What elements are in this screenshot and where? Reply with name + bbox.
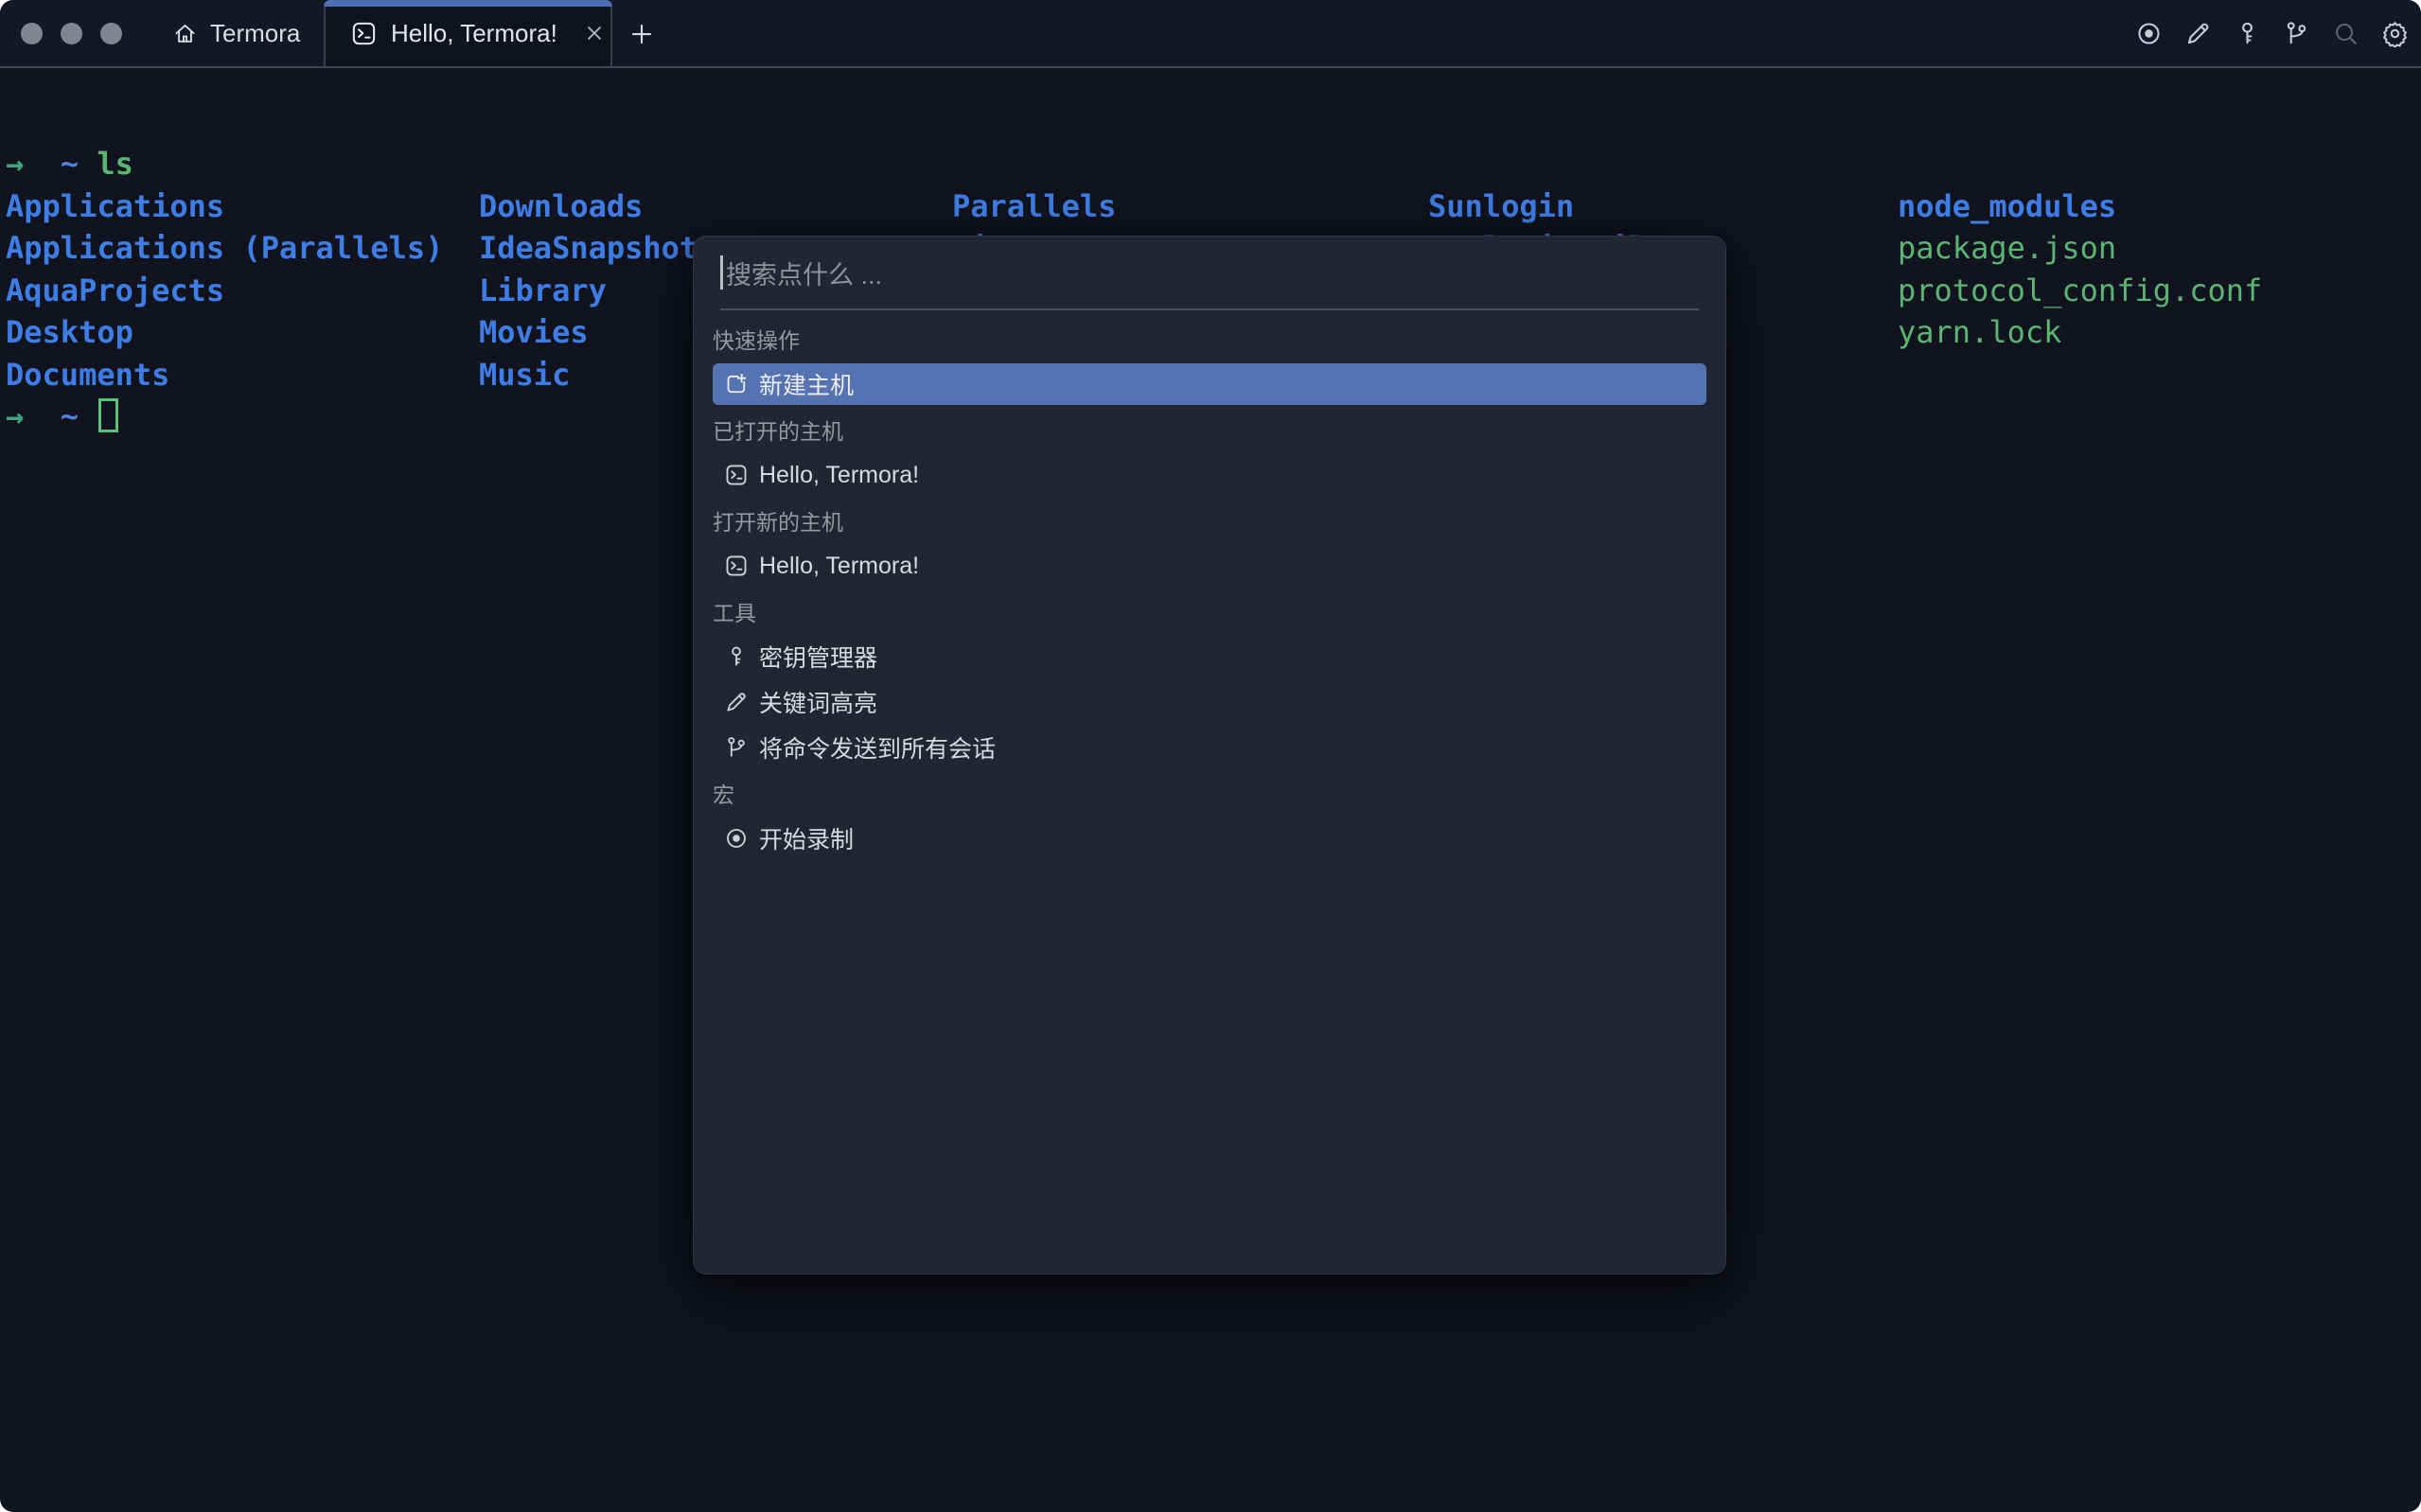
close-tab-icon[interactable] — [582, 21, 607, 45]
search-toolbar-button[interactable] — [2332, 20, 2359, 47]
ls-entry-dir: Movies — [479, 314, 589, 351]
termora-window: Termora Hello, Termora! → ~ ls Applicati… — [0, 0, 2421, 1512]
ls-entry-dir: Sunlogin — [1428, 187, 1575, 224]
close-window-button[interactable] — [21, 23, 43, 44]
palette-item[interactable]: Hello, Termora! — [713, 545, 1706, 587]
branch-icon — [724, 735, 749, 760]
terminal-icon — [350, 20, 378, 47]
toolbar — [2135, 0, 2409, 66]
search-input[interactable]: 搜索点什么 ... — [720, 237, 1699, 310]
tab-home-label: Termora — [210, 18, 301, 47]
palette-item[interactable]: 关键词高亮 — [713, 681, 1706, 723]
palette-item-label: 密钥管理器 — [759, 645, 878, 672]
palette-list: 快速操作新建主机已打开的主机 Hello, Termora! 打开新的主机 Hello… — [694, 310, 1725, 861]
palette-item[interactable]: Hello, Termora! — [713, 454, 1706, 496]
ls-entry-dir: Applications (Parallels) — [6, 230, 444, 267]
palette-item[interactable]: 新建主机 — [713, 363, 1706, 405]
section-header: 宏 — [713, 782, 734, 807]
tab-active-label: Hello, Termora! — [391, 18, 557, 47]
ls-entry-dir: node_modules — [1898, 187, 2117, 224]
ls-entry-file: yarn.lock — [1898, 314, 2062, 351]
gear-toolbar-button[interactable] — [2381, 20, 2409, 47]
palette-item-label: 新建主机 — [759, 373, 855, 399]
pencil-icon — [2184, 20, 2212, 47]
pencil-icon — [724, 690, 749, 714]
home-icon — [172, 21, 198, 46]
pencil-toolbar-button[interactable] — [2184, 20, 2212, 47]
section-header: 工具 — [713, 601, 756, 625]
prompt-line-current: → ~ — [6, 396, 119, 438]
tab-hello-termora[interactable]: Hello, Termora! — [324, 0, 612, 66]
ls-column: node_modules package.json protocol_config.… — [1898, 185, 2262, 354]
ls-entry-dir: Library — [479, 272, 607, 308]
section-header: 快速操作 — [713, 328, 800, 353]
ls-entry-dir: Music — [479, 356, 571, 393]
new-host-icon — [724, 372, 749, 396]
key-icon — [2234, 20, 2261, 47]
traffic-lights — [21, 23, 122, 44]
tab-home[interactable]: Termora — [159, 0, 313, 66]
ls-entry-file: package.json — [1898, 230, 2117, 267]
titlebar: Termora Hello, Termora! — [0, 0, 2421, 68]
terminal-cursor — [98, 398, 119, 432]
palette-item[interactable]: 开始录制 — [713, 818, 1706, 859]
ls-entry-dir: Desktop — [6, 314, 133, 351]
text-caret — [720, 255, 723, 290]
prompt-line-ls: → ~ ls — [6, 146, 133, 182]
palette-item-label: 关键词高亮 — [759, 691, 878, 717]
branch-icon — [2283, 20, 2310, 47]
ls-entry-dir: Downloads — [479, 187, 644, 224]
search-placeholder: 搜索点什么 ... — [726, 260, 883, 290]
palette-item[interactable]: 将命令发送到所有会话 — [713, 727, 1706, 768]
palette-item-label: Hello, Termora! — [759, 461, 920, 488]
plus-icon — [627, 20, 656, 48]
maximize-window-button[interactable] — [100, 23, 122, 44]
record-icon — [724, 826, 749, 851]
terminal-icon — [724, 463, 749, 487]
ls-entry-dir: AquaProjects — [6, 272, 225, 308]
section-header: 已打开的主机 — [713, 419, 843, 444]
palette-item-label: 开始录制 — [759, 827, 855, 853]
key-toolbar-button[interactable] — [2234, 20, 2261, 47]
palette-item-label: 将命令发送到所有会话 — [759, 736, 997, 763]
ls-entry-dir: Applications — [6, 187, 225, 224]
ls-entry-dir: IdeaSnapshots — [479, 230, 716, 267]
palette-item[interactable]: 密钥管理器 — [713, 636, 1706, 677]
command-palette: 搜索点什么 ... 快速操作新建主机已打开的主机 Hello, Termora! 打… — [693, 236, 1726, 1275]
record-toolbar-button[interactable] — [2135, 20, 2163, 47]
record-icon — [2135, 20, 2163, 47]
ls-entry-dir: Parallels — [952, 187, 1117, 224]
gear-icon — [2381, 20, 2409, 47]
minimize-window-button[interactable] — [61, 23, 82, 44]
ls-entry-file: protocol_config.conf — [1898, 272, 2263, 308]
palette-item-label: Hello, Termora! — [759, 552, 920, 579]
ls-column: Downloads IdeaSnapshots Library Movies Music — [479, 185, 716, 396]
key-icon — [724, 644, 749, 669]
search-icon — [2332, 20, 2359, 47]
new-tab-button[interactable] — [620, 12, 663, 56]
ls-column: Applications Applications (Parallels) Aqua… — [6, 185, 443, 396]
branch-toolbar-button[interactable] — [2283, 20, 2310, 47]
ls-entry-dir: Documents — [6, 356, 170, 393]
section-header: 打开新的主机 — [713, 510, 843, 535]
terminal-icon — [724, 554, 749, 578]
